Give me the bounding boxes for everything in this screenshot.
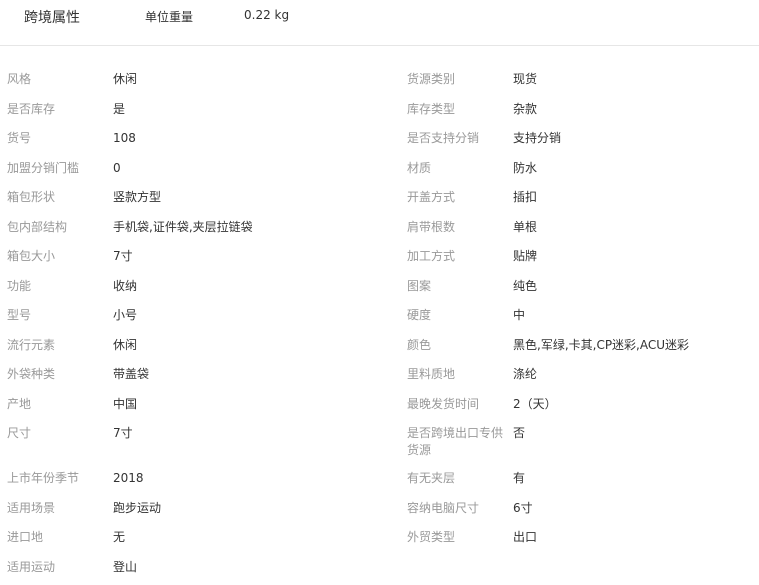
attribute-row: 包内部结构手机袋,证件袋,夹层拉链袋肩带根数单根 xyxy=(0,216,759,246)
attribute-label: 型号 xyxy=(7,307,107,324)
attribute-label: 肩带根数 xyxy=(407,219,503,236)
attribute-value: 收纳 xyxy=(113,278,393,295)
attribute-value: 否 xyxy=(513,425,753,442)
attribute-row: 流行元素休闲颜色黑色,军绿,卡其,CP迷彩,ACU迷彩 xyxy=(0,334,759,364)
attribute-value: 休闲 xyxy=(113,337,393,354)
attribute-row: 适用场景跑步运动容纳电脑尺寸 6寸 xyxy=(0,497,759,527)
attribute-label: 加工方式 xyxy=(407,248,503,265)
attribute-value: 带盖袋 xyxy=(113,366,393,383)
attribute-value: 中国 xyxy=(113,396,393,413)
attribute-label: 是否库存 xyxy=(7,101,107,118)
attribute-label: 颜色 xyxy=(407,337,503,354)
attribute-label: 库存类型 xyxy=(407,101,503,118)
attribute-label: 是否支持分销 xyxy=(407,130,503,147)
attribute-row: 是否库存是库存类型杂款 xyxy=(0,98,759,128)
attribute-value: 黑色,军绿,卡其,CP迷彩,ACU迷彩 xyxy=(513,337,753,354)
attribute-value: 防水 xyxy=(513,160,753,177)
attribute-value: 登山 xyxy=(113,559,393,576)
attribute-label: 加盟分销门槛 xyxy=(7,160,107,177)
attribute-label: 功能 xyxy=(7,278,107,295)
attribute-label: 风格 xyxy=(7,71,107,88)
section-title: 跨境属性 xyxy=(24,7,80,27)
attribute-label: 包内部结构 xyxy=(7,219,107,236)
attribute-label: 是否跨境出口专供货源 xyxy=(407,425,503,459)
cross-border-header: 跨境属性 单位重量 0.22 kg xyxy=(0,0,759,46)
attribute-label: 硬度 xyxy=(407,307,503,324)
attribute-row: 上市年份季节 2018 有无夹层有 xyxy=(0,467,759,497)
attribute-value: 7寸 xyxy=(113,248,393,265)
attribute-label: 尺寸 xyxy=(7,425,107,442)
attribute-value: 中 xyxy=(513,307,753,324)
attribute-value: 竖款方型 xyxy=(113,189,393,206)
attribute-label: 外贸类型 xyxy=(407,529,503,546)
attribute-row: 箱包形状竖款方型开盖方式插扣 xyxy=(0,186,759,216)
attribute-value: 有 xyxy=(513,470,753,487)
attribute-value: 小号 xyxy=(113,307,393,324)
attribute-row: 型号小号硬度中 xyxy=(0,304,759,334)
attribute-table: 风格休闲货源类别现货是否库存是库存类型杂款货号108是否支持分销支持分销加盟分销… xyxy=(0,68,759,585)
attribute-value: 6寸 xyxy=(513,500,753,517)
attribute-row: 进口地无外贸类型出口 xyxy=(0,526,759,556)
attribute-row: 尺寸 7寸是否跨境出口专供货源否 xyxy=(0,422,759,467)
attribute-value: 无 xyxy=(113,529,393,546)
unit-weight-value: 0.22 kg xyxy=(244,8,289,22)
attribute-row: 外袋种类带盖袋里料质地涤纶 xyxy=(0,363,759,393)
attribute-value: 涤纶 xyxy=(513,366,753,383)
attribute-value: 现货 xyxy=(513,71,753,88)
attribute-label: 图案 xyxy=(407,278,503,295)
attribute-row: 功能收纳图案纯色 xyxy=(0,275,759,305)
attribute-row: 产地中国最晚发货时间 2（天） xyxy=(0,393,759,423)
attribute-label: 货源类别 xyxy=(407,71,503,88)
attribute-value: 杂款 xyxy=(513,101,753,118)
attribute-label: 外袋种类 xyxy=(7,366,107,383)
attribute-value: 是 xyxy=(113,101,393,118)
attribute-label: 产地 xyxy=(7,396,107,413)
attribute-value: 手机袋,证件袋,夹层拉链袋 xyxy=(113,219,393,236)
attribute-value: 纯色 xyxy=(513,278,753,295)
attribute-value: 支持分销 xyxy=(513,130,753,147)
attribute-value: 2（天） xyxy=(513,396,753,413)
attribute-label: 里料质地 xyxy=(407,366,503,383)
attribute-label: 流行元素 xyxy=(7,337,107,354)
attribute-value: 贴牌 xyxy=(513,248,753,265)
attribute-label: 箱包形状 xyxy=(7,189,107,206)
attribute-label: 有无夹层 xyxy=(407,470,503,487)
attribute-value: 插扣 xyxy=(513,189,753,206)
attribute-value: 出口 xyxy=(513,529,753,546)
attribute-label: 进口地 xyxy=(7,529,107,546)
attribute-value: 跑步运动 xyxy=(113,500,393,517)
unit-weight-label: 单位重量 xyxy=(145,8,193,25)
attribute-label: 材质 xyxy=(407,160,503,177)
attribute-value: 7寸 xyxy=(113,425,393,442)
attribute-label: 最晚发货时间 xyxy=(407,396,503,413)
attribute-value: 休闲 xyxy=(113,71,393,88)
attribute-value: 108 xyxy=(113,130,393,147)
attribute-label: 适用场景 xyxy=(7,500,107,517)
attribute-label: 箱包大小 xyxy=(7,248,107,265)
attribute-label: 上市年份季节 xyxy=(7,470,107,487)
attribute-value: 单根 xyxy=(513,219,753,236)
attribute-row: 箱包大小 7寸加工方式贴牌 xyxy=(0,245,759,275)
attribute-value: 2018 xyxy=(113,470,393,487)
attribute-value: 0 xyxy=(113,160,393,177)
attribute-row: 风格休闲货源类别现货 xyxy=(0,68,759,98)
attribute-label: 容纳电脑尺寸 xyxy=(407,500,503,517)
attribute-label: 开盖方式 xyxy=(407,189,503,206)
attribute-row: 货号 108 是否支持分销支持分销 xyxy=(0,127,759,157)
attribute-row: 加盟分销门槛 0 材质防水 xyxy=(0,157,759,187)
attribute-label: 适用运动 xyxy=(7,559,107,576)
attribute-label: 货号 xyxy=(7,130,107,147)
